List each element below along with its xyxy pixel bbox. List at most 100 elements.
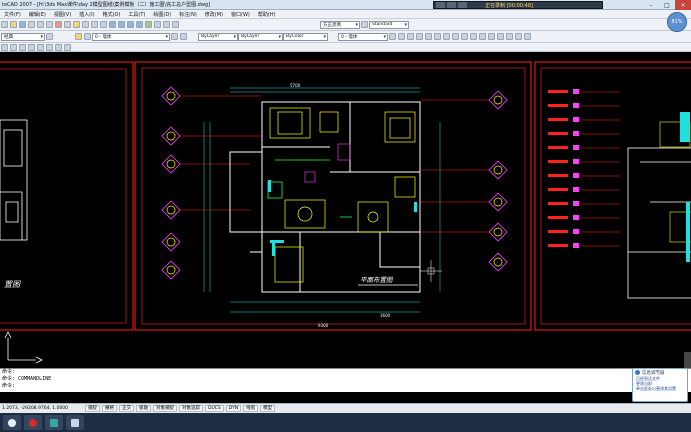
make-block-icon[interactable] (479, 33, 486, 40)
print-icon[interactable] (28, 21, 35, 28)
taskbar-3dsmax[interactable] (45, 415, 63, 430)
rectangle-icon[interactable] (425, 33, 432, 40)
ortho-toggle[interactable]: 正交 (119, 405, 134, 412)
dyn-toggle[interactable]: DYN (225, 405, 242, 412)
menu-bar: 文件(F) 编辑(E) 视图(V) 插入(I) 格式(O) 工具(T) 绘图(D… (0, 10, 691, 19)
polyline-icon[interactable] (407, 33, 414, 40)
layer-previous-icon[interactable] (180, 33, 187, 40)
spline-icon[interactable] (452, 33, 459, 40)
floor-plan-green-details (267, 159, 352, 218)
rotate-icon[interactable] (55, 43, 62, 51)
mtext-icon[interactable] (524, 33, 531, 40)
left-elevation-markers (161, 86, 181, 280)
window-controls: – □ × (643, 0, 691, 10)
close-icon[interactable]: × (675, 0, 691, 10)
recorder-stop-icon[interactable] (436, 2, 445, 8)
lineweight-combo[interactable]: ByColor (283, 32, 328, 41)
layer-combo-2[interactable]: 0 - 墙体 (338, 32, 388, 41)
recorder-pause-icon[interactable] (447, 2, 456, 8)
color-combo[interactable]: ByLayer (198, 32, 238, 41)
zoom-window-icon[interactable] (127, 21, 134, 28)
erase-icon[interactable] (1, 43, 8, 51)
notification-link[interactable]: 单击此处以更改其设置 (633, 386, 687, 391)
lineweight-toggle[interactable]: 线宽 (243, 405, 259, 412)
paste-icon[interactable] (73, 21, 80, 28)
minimize-icon[interactable]: – (643, 0, 659, 10)
zoom-realtime-icon[interactable] (118, 21, 125, 28)
open-folder-icon[interactable] (10, 21, 17, 28)
text-style-combo[interactable]: 方正黑简 (320, 20, 360, 29)
undo-icon[interactable] (91, 21, 98, 28)
circle-icon[interactable] (443, 33, 450, 40)
menu-window[interactable]: 窗口(W) (227, 11, 254, 18)
network-speed-widget[interactable]: 81% (667, 12, 687, 32)
taskbar-recorder[interactable] (24, 415, 42, 430)
make-current-icon[interactable] (171, 33, 178, 40)
help-icon[interactable] (172, 21, 179, 28)
workspace-combo[interactable]: 经典 (1, 32, 45, 41)
notification-balloon[interactable]: 信息调节器 已经到达文件 更改当前 单击此处以更改其设置 (632, 368, 688, 402)
recorder-settings-icon[interactable] (458, 2, 467, 8)
snap-toggle[interactable]: 捕捉 (85, 405, 100, 412)
workspace-settings-icon[interactable] (46, 33, 53, 40)
polygon-icon[interactable] (416, 33, 423, 40)
copy-icon[interactable] (64, 21, 71, 28)
copy-object-icon[interactable] (10, 43, 17, 51)
screen-recorder-toolbar[interactable]: 正在录制 [00:00:48] (433, 1, 603, 9)
maximize-icon[interactable]: □ (659, 0, 675, 10)
scale-icon[interactable] (64, 43, 71, 51)
line-icon[interactable] (389, 33, 396, 40)
ellipse-icon[interactable] (461, 33, 468, 40)
linetype-combo[interactable]: ByLayer (238, 32, 283, 41)
match-properties-icon[interactable] (82, 21, 89, 28)
properties-icon[interactable] (145, 21, 152, 28)
menu-edit[interactable]: 编辑(E) (25, 11, 50, 18)
menu-modify[interactable]: 修改(M) (201, 11, 227, 18)
arc-icon[interactable] (434, 33, 441, 40)
insert-block-icon[interactable] (470, 33, 477, 40)
start-button[interactable] (3, 415, 21, 430)
model-toggle[interactable]: 模型 (260, 405, 276, 412)
dim-style-icon[interactable] (361, 21, 368, 28)
tool-palettes-icon[interactable] (163, 21, 170, 28)
layer-manager-icon[interactable] (75, 33, 82, 40)
preview-icon[interactable] (37, 21, 44, 28)
hatch-icon[interactable] (497, 33, 504, 40)
drawing-canvas[interactable]: 置图 9300 5700 3600 平面布置图 (0, 52, 691, 368)
polar-toggle[interactable]: 极轴 (136, 405, 151, 412)
ducs-toggle[interactable]: DUCS (205, 405, 224, 412)
zoom-previous-icon[interactable] (136, 21, 143, 28)
mirror-icon[interactable] (19, 43, 26, 51)
region-icon[interactable] (506, 33, 513, 40)
menu-view[interactable]: 视图(V) (50, 11, 75, 18)
left-plan-walls (0, 119, 28, 241)
save-icon[interactable] (19, 21, 26, 28)
grid-toggle[interactable]: 栅格 (102, 405, 117, 412)
move-icon[interactable] (46, 43, 53, 51)
construction-line-icon[interactable] (398, 33, 405, 40)
publish-icon[interactable] (46, 21, 53, 28)
redo-icon[interactable] (100, 21, 107, 28)
taskbar-autocad[interactable] (66, 415, 84, 430)
offset-icon[interactable] (28, 43, 35, 51)
menu-dimension[interactable]: 标注(N) (175, 11, 201, 18)
pan-icon[interactable] (109, 21, 116, 28)
command-window[interactable]: 命令: 命令: COMMANDLINE 命令: (0, 368, 691, 392)
point-icon[interactable] (488, 33, 495, 40)
table-icon[interactable] (515, 33, 522, 40)
array-icon[interactable] (37, 43, 44, 51)
menu-insert[interactable]: 插入(I) (75, 11, 98, 18)
design-center-icon[interactable] (154, 21, 161, 28)
otrack-toggle[interactable]: 对象追踪 (179, 405, 203, 412)
command-input-line[interactable]: 命令: (0, 383, 691, 390)
menu-file[interactable]: 文件(F) (0, 11, 25, 18)
menu-help[interactable]: 帮助(H) (254, 11, 280, 18)
osnap-toggle[interactable]: 对象捕捉 (153, 405, 177, 412)
menu-tools[interactable]: 工具(T) (124, 11, 149, 18)
menu-format[interactable]: 格式(O) (99, 11, 125, 18)
cut-icon[interactable] (55, 21, 62, 28)
new-file-icon[interactable] (1, 21, 8, 28)
layer-combo[interactable]: 0 - 墙体 (92, 32, 170, 41)
menu-draw[interactable]: 绘图(D) (149, 11, 175, 18)
dim-style-combo[interactable]: Standard (369, 20, 409, 29)
